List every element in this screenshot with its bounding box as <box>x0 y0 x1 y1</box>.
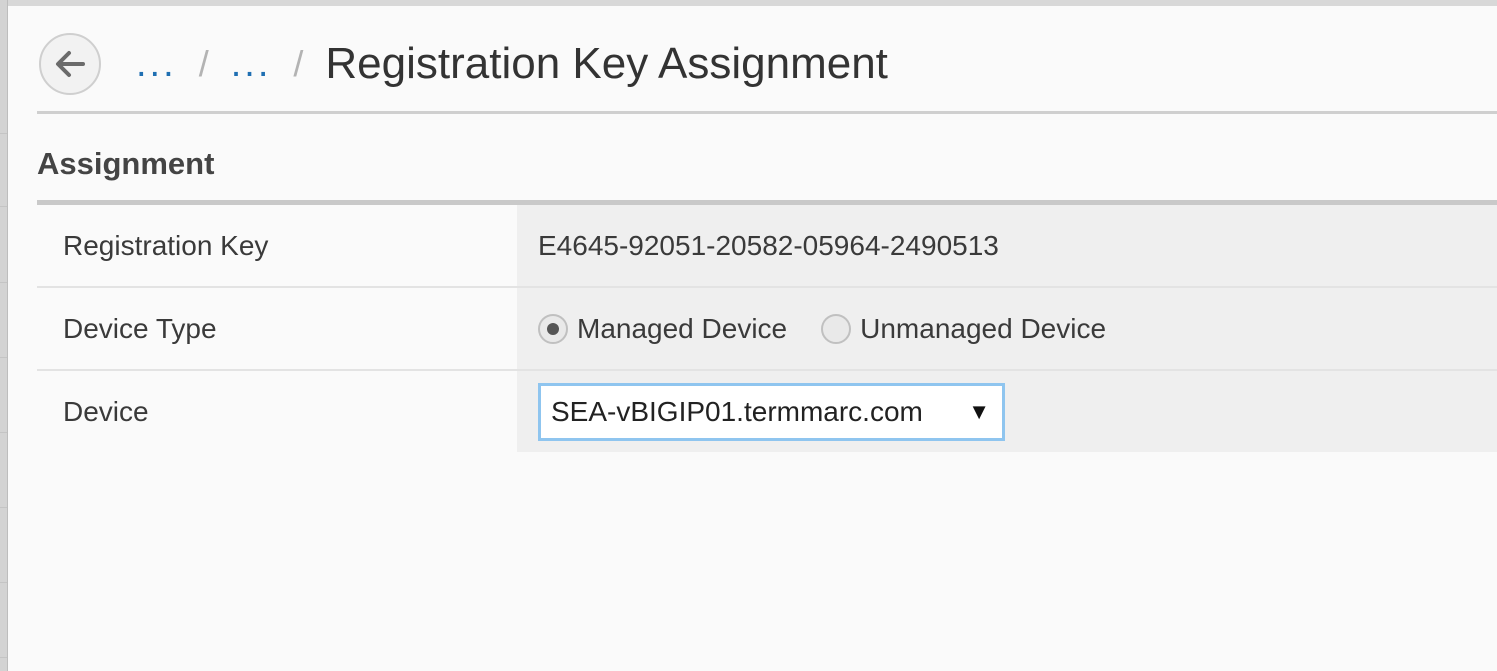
device-select[interactable]: SEA-vBIGIP01.termmarc.com ▼ <box>538 382 1005 441</box>
arrow-left-icon <box>56 51 85 77</box>
breadcrumb-link-2[interactable]: ... <box>231 43 272 86</box>
form-row-registration-key: Registration Key E4645-92051-20582-05964… <box>37 205 1497 288</box>
breadcrumb-separator: / <box>198 43 209 84</box>
device-type-value: Managed Device Unmanaged Device <box>517 288 1497 369</box>
radio-button-unselected[interactable] <box>821 313 852 344</box>
app-frame: ... / ... / Registration Key Assignment … <box>0 0 1497 671</box>
radio-dot <box>547 322 559 335</box>
header-divider <box>37 111 1497 114</box>
top-edge <box>0 0 1497 6</box>
device-value: SEA-vBIGIP01.termmarc.com ▼ <box>517 371 1497 452</box>
radio-unmanaged-device-label: Unmanaged Device <box>860 312 1107 344</box>
assignment-form: Registration Key E4645-92051-20582-05964… <box>37 205 1497 452</box>
radio-button-selected[interactable] <box>538 313 568 344</box>
radio-managed-device[interactable]: Managed Device <box>538 313 787 345</box>
breadcrumb-link-1[interactable]: ... <box>136 43 177 86</box>
section-title: Assignment <box>37 146 215 181</box>
registration-key-value: E4645-92051-20582-05964-2490513 <box>517 205 1497 286</box>
device-select-value: SEA-vBIGIP01.termmarc.com <box>551 395 923 427</box>
registration-key-label: Registration Key <box>37 205 517 286</box>
left-sidebar-edge <box>0 0 8 671</box>
back-button[interactable] <box>39 33 101 95</box>
radio-unmanaged-device[interactable]: Unmanaged Device <box>821 313 1106 345</box>
radio-managed-device-label: Managed Device <box>577 312 788 344</box>
caret-down-icon: ▼ <box>968 398 990 424</box>
page-title: Registration Key Assignment <box>325 39 888 88</box>
device-type-radio-group: Managed Device Unmanaged Device <box>538 313 1140 345</box>
form-row-device-type: Device Type Managed Device Unmanaged Dev… <box>37 288 1497 371</box>
device-label: Device <box>37 371 517 452</box>
form-row-device: Device SEA-vBIGIP01.termmarc.com ▼ <box>37 371 1497 452</box>
device-type-label: Device Type <box>37 288 517 369</box>
breadcrumb: ... / ... / Registration Key Assignment <box>136 34 888 94</box>
breadcrumb-separator: / <box>293 43 304 84</box>
